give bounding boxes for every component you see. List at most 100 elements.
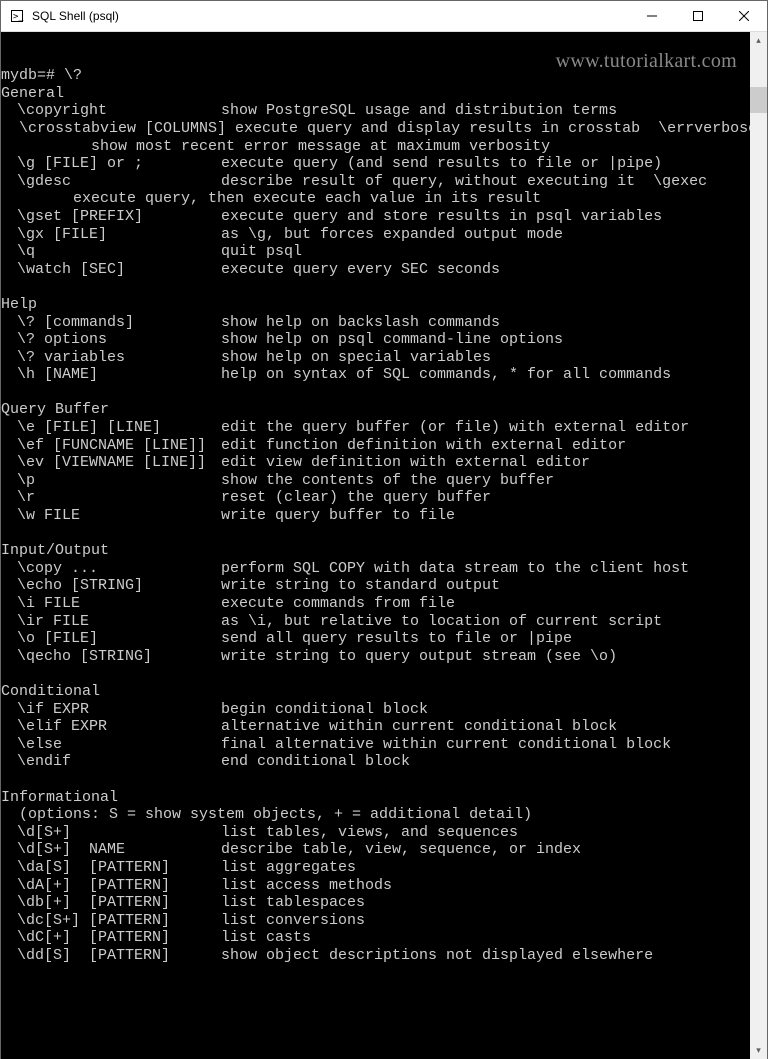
- terminal-line: \d[S+] NAMEdescribe table, view, sequenc…: [1, 841, 750, 859]
- help-description: describe table, view, sequence, or index: [221, 841, 581, 858]
- terminal-line: \if EXPRbegin conditional block: [1, 701, 750, 719]
- help-command: \ev [VIEWNAME [LINE]]: [1, 454, 221, 472]
- terminal-line: \qecho [STRING]write string to query out…: [1, 648, 750, 666]
- terminal-line: [1, 32, 750, 50]
- terminal-line: [1, 771, 750, 789]
- terminal-line: \db[+] [PATTERN]list tablespaces: [1, 894, 750, 912]
- help-command: \gx [FILE]: [1, 226, 221, 244]
- help-description: edit the query buffer (or file) with ext…: [221, 419, 689, 436]
- window-title: SQL Shell (psql): [32, 9, 119, 23]
- scrollbar[interactable]: ▴ ▾: [750, 32, 767, 1059]
- terminal-line: \qquit psql: [1, 243, 750, 261]
- terminal-line: \watch [SEC]execute query every SEC seco…: [1, 261, 750, 279]
- help-description: execute query and store results in psql …: [221, 208, 662, 225]
- help-description: execute query (and send results to file …: [221, 155, 662, 172]
- section-header: Help: [1, 296, 37, 314]
- terminal-line: \? variablesshow help on special variabl…: [1, 349, 750, 367]
- help-line: \crosstabview [COLUMNS] execute query an…: [1, 120, 750, 137]
- help-command: \endif: [1, 753, 221, 771]
- help-description: show help on psql command-line options: [221, 331, 563, 348]
- help-command: \o [FILE]: [1, 630, 221, 648]
- terminal-line: [1, 278, 750, 296]
- terminal-line: \gset [PREFIX]execute query and store re…: [1, 208, 750, 226]
- help-command: \copyright: [1, 102, 221, 120]
- section-note: (options: S = show system objects, + = a…: [1, 806, 532, 823]
- minimize-button[interactable]: [629, 1, 675, 31]
- terminal-line: \echo [STRING]write string to standard o…: [1, 577, 750, 595]
- scroll-thumb[interactable]: [750, 87, 767, 113]
- terminal-line: mydb=# \?: [1, 67, 750, 85]
- close-button[interactable]: [721, 1, 767, 31]
- section-header: Informational: [1, 789, 118, 807]
- terminal-line: [1, 525, 750, 543]
- help-command: \r: [1, 489, 221, 507]
- terminal-line: \endifend conditional block: [1, 753, 750, 771]
- terminal-line: \ev [VIEWNAME [LINE]]edit view definitio…: [1, 454, 750, 472]
- help-description: as \g, but forces expanded output mode: [221, 226, 563, 243]
- terminal-line: \copy ...perform SQL COPY with data stre…: [1, 560, 750, 578]
- terminal-output[interactable]: mydb=# \?General\copyrightshow PostgreSQ…: [1, 32, 750, 1059]
- terminal-line: execute query, then execute each value i…: [1, 190, 750, 208]
- terminal-line: [1, 665, 750, 683]
- help-command: \copy ...: [1, 560, 221, 578]
- help-command: \w FILE: [1, 507, 221, 525]
- help-description: show help on backslash commands: [221, 314, 500, 331]
- help-command: \gdesc: [1, 173, 221, 191]
- titlebar[interactable]: >_ SQL Shell (psql): [1, 1, 767, 32]
- terminal-line: Conditional: [1, 683, 750, 701]
- scroll-down-button[interactable]: ▾: [750, 1042, 767, 1059]
- help-description: as \i, but relative to location of curre…: [221, 613, 662, 630]
- terminal-line: Input/Output: [1, 542, 750, 560]
- help-description: show PostgreSQL usage and distribution t…: [221, 102, 617, 119]
- svg-text:>_: >_: [13, 12, 24, 22]
- help-description: edit view definition with external edito…: [221, 454, 590, 471]
- help-description: list conversions: [221, 912, 365, 929]
- help-command: \watch [SEC]: [1, 261, 221, 279]
- help-description: reset (clear) the query buffer: [221, 489, 491, 506]
- help-command: \qecho [STRING]: [1, 648, 221, 666]
- help-command: \dc[S+] [PATTERN]: [1, 912, 221, 930]
- help-command: \d[S+] NAME: [1, 841, 221, 859]
- help-description: describe result of query, without execut…: [221, 173, 707, 190]
- terminal-line: \? optionsshow help on psql command-line…: [1, 331, 750, 349]
- help-command: \? options: [1, 331, 221, 349]
- help-description: list tables, views, and sequences: [221, 824, 518, 841]
- help-description: quit psql: [221, 243, 302, 260]
- help-description: list tablespaces: [221, 894, 365, 911]
- section-header: Conditional: [1, 683, 100, 701]
- help-command: \i FILE: [1, 595, 221, 613]
- terminal-line: [1, 50, 750, 68]
- terminal-line: \dC[+] [PATTERN]list casts: [1, 929, 750, 947]
- app-icon: >_: [9, 8, 25, 24]
- terminal-line: \gdescdescribe result of query, without …: [1, 173, 750, 191]
- terminal-line: \da[S] [PATTERN]list aggregates: [1, 859, 750, 877]
- maximize-button[interactable]: [675, 1, 721, 31]
- terminal-line: (options: S = show system objects, + = a…: [1, 806, 750, 824]
- help-command: \g [FILE] or ;: [1, 155, 221, 173]
- prompt-line: mydb=# \?: [1, 67, 82, 85]
- help-description: show the contents of the query buffer: [221, 472, 554, 489]
- help-description: send all query results to file or |pipe: [221, 630, 572, 647]
- help-command: \p: [1, 472, 221, 490]
- terminal-line: \? [commands]show help on backslash comm…: [1, 314, 750, 332]
- help-description: show object descriptions not displayed e…: [221, 947, 653, 964]
- help-description: write string to query output stream (see…: [221, 648, 617, 665]
- help-command: \elif EXPR: [1, 718, 221, 736]
- terminal-line: \dd[S] [PATTERN]show object descriptions…: [1, 947, 750, 965]
- terminal-line: Informational: [1, 789, 750, 807]
- terminal-line: \e [FILE] [LINE]edit the query buffer (o…: [1, 419, 750, 437]
- terminal-line: General: [1, 85, 750, 103]
- terminal-line: \copyrightshow PostgreSQL usage and dist…: [1, 102, 750, 120]
- terminal-line: \ef [FUNCNAME [LINE]]edit function defin…: [1, 437, 750, 455]
- help-description: write string to standard output: [221, 577, 500, 594]
- help-description: perform SQL COPY with data stream to the…: [221, 560, 689, 577]
- help-description: execute query every SEC seconds: [221, 261, 500, 278]
- window-controls: [629, 1, 767, 31]
- scroll-up-button[interactable]: ▴: [750, 32, 767, 49]
- terminal-line: \ir FILEas \i, but relative to location …: [1, 613, 750, 631]
- terminal-line: \crosstabview [COLUMNS] execute query an…: [1, 120, 750, 138]
- help-description: list casts: [221, 929, 311, 946]
- help-continuation: show most recent error message at maximu…: [1, 138, 550, 155]
- help-description: write query buffer to file: [221, 507, 455, 524]
- terminal-line: Help: [1, 296, 750, 314]
